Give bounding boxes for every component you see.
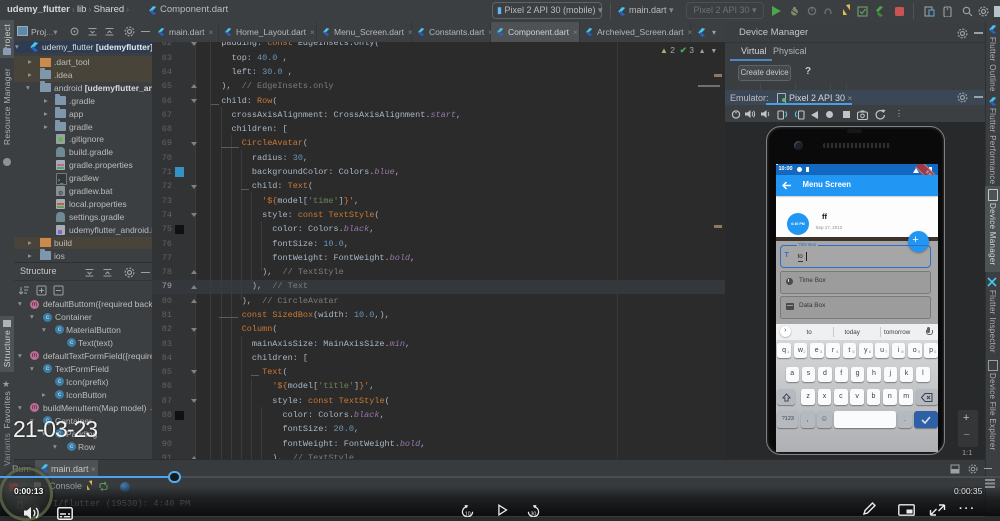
svg-text:10: 10 [465,512,471,518]
svg-text:30: 30 [531,512,537,518]
